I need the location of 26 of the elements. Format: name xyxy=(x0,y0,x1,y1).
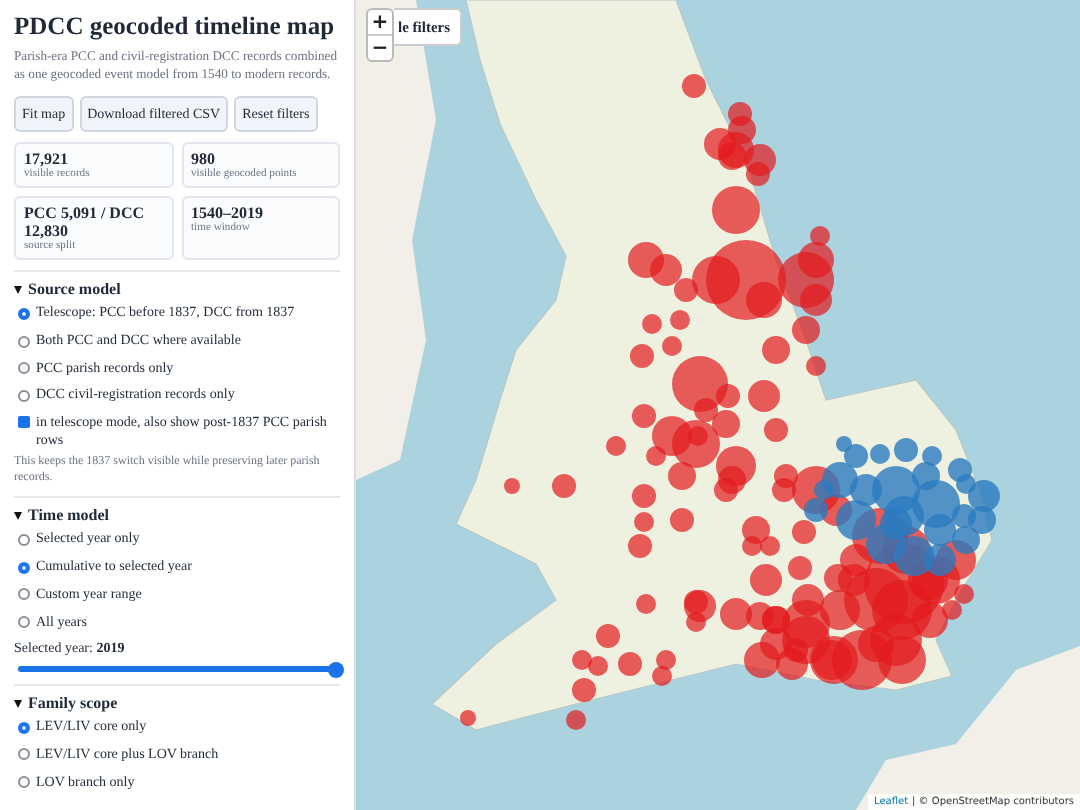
section-title[interactable]: Family scope xyxy=(28,694,118,713)
zoom-in-button[interactable]: + xyxy=(368,10,392,36)
slider-thumb[interactable] xyxy=(328,661,344,678)
panel-title: PDCC geocoded timeline map xyxy=(14,12,337,42)
stat-value: 980 xyxy=(191,149,217,168)
radio-button[interactable] xyxy=(18,534,30,547)
radio-button[interactable] xyxy=(18,307,30,320)
disclosure-triangle-icon[interactable] xyxy=(14,699,22,708)
checkbox[interactable] xyxy=(18,416,30,429)
radio-button[interactable] xyxy=(18,776,30,789)
radio-button[interactable] xyxy=(18,389,30,402)
stat-value: 1540–2019 xyxy=(191,203,265,222)
zoom-out-button[interactable]: − xyxy=(368,36,392,60)
radio-button[interactable] xyxy=(18,748,30,761)
radio-button[interactable] xyxy=(18,362,30,375)
stat-value: 17,921 xyxy=(24,149,70,168)
section-title[interactable]: Time model xyxy=(28,506,110,525)
radio-button[interactable] xyxy=(18,721,30,734)
disclosure-triangle-icon[interactable] xyxy=(14,511,22,520)
section-title[interactable]: Source model xyxy=(28,280,121,299)
radio-button[interactable] xyxy=(18,588,30,601)
radio-button[interactable] xyxy=(18,616,30,629)
radio-button[interactable] xyxy=(18,335,30,348)
stat-value: PCC 5,091 / DCC 12,830 xyxy=(24,203,146,241)
radio-button[interactable] xyxy=(18,561,30,574)
disclosure-triangle-icon[interactable] xyxy=(14,285,22,294)
